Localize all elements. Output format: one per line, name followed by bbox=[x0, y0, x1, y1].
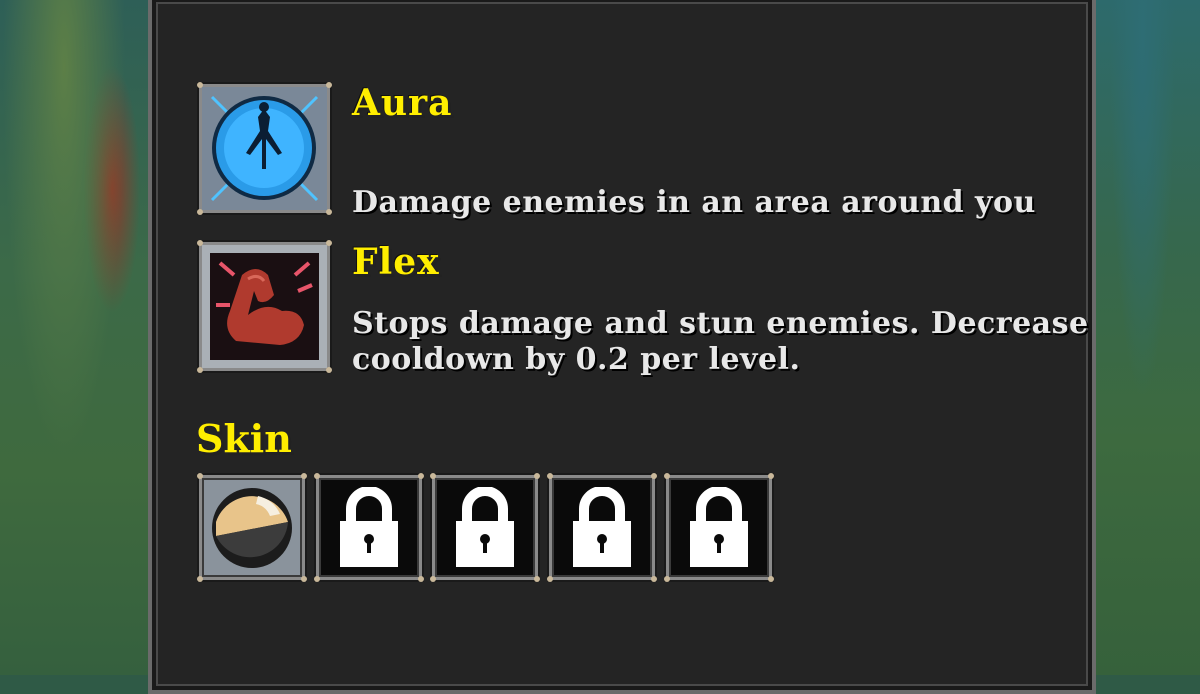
aura-description: Damage enemies in an area around you bbox=[352, 185, 1036, 220]
aura-ability-slot[interactable] bbox=[197, 82, 332, 215]
flex-title: Flex bbox=[352, 241, 440, 283]
flex-ability-slot[interactable] bbox=[197, 240, 332, 373]
lock-icon bbox=[340, 486, 398, 567]
lock-icon bbox=[690, 486, 748, 567]
skin-slot-4-locked[interactable] bbox=[547, 473, 657, 582]
lock-icon bbox=[573, 486, 631, 567]
skin-ball-icon bbox=[212, 488, 292, 568]
flex-icon bbox=[202, 245, 327, 368]
background-right bbox=[1085, 0, 1200, 675]
skin-slot-5-locked[interactable] bbox=[664, 473, 774, 582]
aura-title: Aura bbox=[352, 82, 453, 124]
lock-icon bbox=[456, 486, 514, 567]
skin-slot-3-locked[interactable] bbox=[430, 473, 540, 582]
aura-icon bbox=[202, 87, 327, 210]
skin-slot-1[interactable] bbox=[197, 473, 307, 582]
background-left bbox=[0, 0, 160, 675]
flex-description-line-1: Stops damage and stun enemies. Decrease bbox=[352, 306, 1089, 341]
skin-slot-2-locked[interactable] bbox=[314, 473, 424, 582]
skin-section-title: Skin bbox=[196, 416, 292, 461]
flex-description-line-2: cooldown by 0.2 per level. bbox=[352, 342, 801, 377]
